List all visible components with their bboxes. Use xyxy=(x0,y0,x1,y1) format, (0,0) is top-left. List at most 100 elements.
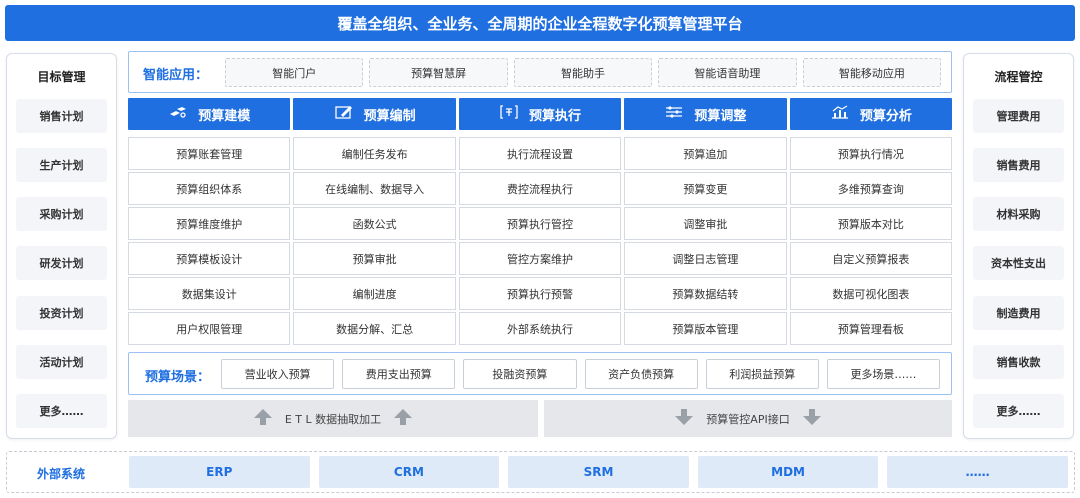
goal-management-title: 目标管理 xyxy=(37,70,86,84)
function-cell: 费控流程执行 xyxy=(458,172,622,205)
function-cell: 调整日志管理 xyxy=(624,242,787,275)
smart-app-item: 智能移动应用 xyxy=(802,58,942,87)
function-cell: 预算管理看板 xyxy=(789,312,953,345)
function-cell: 预算版本对比 xyxy=(789,207,953,240)
module-title: 预算分析 xyxy=(859,108,912,124)
module-function-grid: 预算账套管理 预算组织体系 预算维度维护 预算模板设计 数据集设计 用户权限管理… xyxy=(128,137,953,345)
function-cell: 数据分解、汇总 xyxy=(293,312,456,345)
function-cell: 数据集设计 xyxy=(128,277,291,310)
function-cell: 外部系统执行 xyxy=(458,312,622,345)
etl-bar: E T L 数据抽取加工 xyxy=(128,400,538,437)
process-control-title: 流程管控 xyxy=(994,70,1043,84)
smart-apps-label: 智能应用： xyxy=(143,68,209,83)
goal-item: 生产计划 xyxy=(16,148,107,183)
goal-item-more: 更多…… xyxy=(16,393,107,428)
scene-item-more: 更多场景…… xyxy=(826,359,941,389)
scene-item: 资产负债预算 xyxy=(584,359,698,389)
external-system-item: CRM xyxy=(318,456,500,488)
module-title: 预算编制 xyxy=(363,108,416,124)
function-cell: 预算模板设计 xyxy=(128,242,291,275)
smart-app-item: 预算智慧屏 xyxy=(369,58,508,87)
scene-item: 营业收入预算 xyxy=(221,359,335,389)
module-header-modeling: 预算建模 xyxy=(128,98,291,130)
function-cell: 预算追加 xyxy=(624,137,787,170)
external-system-item: ERP xyxy=(129,456,310,488)
external-system-item-more: …… xyxy=(887,456,1068,488)
platform-title-banner: 覆盖全组织、全业务、全周期的企业全程数字化预算管理平台 xyxy=(5,5,1075,41)
execute-icon xyxy=(499,104,519,124)
function-cell: 函数公式 xyxy=(293,207,456,240)
process-item-more: 更多…… xyxy=(973,393,1064,428)
goal-item: 活动计划 xyxy=(16,344,107,379)
etl-label: E T L 数据抽取加工 xyxy=(284,412,382,426)
function-cell: 多维预算查询 xyxy=(789,172,953,205)
function-cell: 预算组织体系 xyxy=(128,172,291,205)
function-cell: 编制进度 xyxy=(293,277,456,310)
goal-item: 投资计划 xyxy=(16,295,107,330)
process-item: 销售费用 xyxy=(973,148,1064,183)
edit-icon xyxy=(334,104,354,124)
function-cell: 预算执行管控 xyxy=(458,207,622,240)
process-item: 材料采购 xyxy=(973,197,1064,232)
external-system-item: MDM xyxy=(697,456,879,488)
function-cell: 调整审批 xyxy=(624,207,787,240)
function-cell: 在线编制、数据导入 xyxy=(293,172,456,205)
api-label: 预算管控API接口 xyxy=(706,412,790,426)
arrow-down-icon xyxy=(674,408,694,429)
smart-app-item: 智能门户 xyxy=(225,58,364,87)
function-cell: 数据可视化图表 xyxy=(789,277,953,310)
function-cell: 执行流程设置 xyxy=(458,137,622,170)
api-bar: 预算管控API接口 xyxy=(544,400,952,437)
module-title: 预算建模 xyxy=(198,108,251,124)
module-title: 预算调整 xyxy=(694,108,747,124)
modeling-icon xyxy=(168,104,188,124)
execute-column: 执行流程设置 费控流程执行 预算执行管控 管控方案维护 预算执行预警 外部系统执… xyxy=(458,137,622,345)
module-title: 预算执行 xyxy=(529,108,582,124)
function-cell: 预算账套管理 xyxy=(128,137,291,170)
scene-item: 费用支出预算 xyxy=(342,359,456,389)
function-cell: 用户权限管理 xyxy=(128,312,291,345)
arrow-up-icon xyxy=(393,408,413,429)
function-cell: 自定义预算报表 xyxy=(789,242,953,275)
smart-app-item: 智能语音助理 xyxy=(658,58,797,87)
module-header-row: 预算建模 预算编制 预算执行 预算调整 预算分析 xyxy=(128,98,953,130)
external-system-item: SRM xyxy=(508,456,689,488)
scene-item: 利润损益预算 xyxy=(705,359,819,389)
function-cell: 预算变更 xyxy=(624,172,787,205)
process-item: 管理费用 xyxy=(973,99,1064,133)
function-cell: 预算执行预警 xyxy=(458,277,622,310)
goal-item: 销售计划 xyxy=(16,99,107,133)
analysis-icon xyxy=(830,104,850,124)
module-header-adjust: 预算调整 xyxy=(624,98,787,130)
function-cell: 预算数据结转 xyxy=(624,277,787,310)
function-cell: 管控方案维护 xyxy=(458,242,622,275)
arrow-up-icon xyxy=(253,408,273,429)
function-cell: 编制任务发布 xyxy=(293,137,456,170)
function-cell: 预算维度维护 xyxy=(128,207,291,240)
external-systems-label: 外部系统 xyxy=(37,467,86,481)
scene-item: 投融资预算 xyxy=(463,359,577,389)
arrow-down-icon xyxy=(802,408,822,429)
module-header-analysis: 预算分析 xyxy=(789,98,953,130)
process-item: 销售收款 xyxy=(973,344,1064,379)
adjust-icon xyxy=(664,104,684,124)
module-header-execute: 预算执行 xyxy=(458,98,622,130)
smart-app-item: 智能助手 xyxy=(513,58,653,87)
process-item: 制造费用 xyxy=(973,295,1064,330)
budget-scenes-row: 预算场景： 营业收入预算 费用支出预算 投融资预算 资产负债预算 利润损益预算 … xyxy=(128,352,952,395)
function-cell: 预算版本管理 xyxy=(624,312,787,345)
function-cell: 预算审批 xyxy=(293,242,456,275)
smart-apps-row: 智能应用： 智能门户 预算智慧屏 智能助手 智能语音助理 智能移动应用 xyxy=(128,51,952,93)
modeling-column: 预算账套管理 预算组织体系 预算维度维护 预算模板设计 数据集设计 用户权限管理 xyxy=(128,137,291,345)
adjust-column: 预算追加 预算变更 调整审批 调整日志管理 预算数据结转 预算版本管理 xyxy=(624,137,787,345)
goal-management-panel: 目标管理 销售计划 生产计划 采购计划 研发计划 投资计划 活动计划 更多…… xyxy=(6,53,117,439)
process-control-panel: 流程管控 管理费用 销售费用 材料采购 资本性支出 制造费用 销售收款 更多…… xyxy=(963,53,1074,439)
compile-column: 编制任务发布 在线编制、数据导入 函数公式 预算审批 编制进度 数据分解、汇总 xyxy=(293,137,456,345)
function-cell: 预算执行情况 xyxy=(789,137,953,170)
budget-scenes-label: 预算场景： xyxy=(145,370,211,385)
module-header-compile: 预算编制 xyxy=(293,98,456,130)
analysis-column: 预算执行情况 多维预算查询 预算版本对比 自定义预算报表 数据可视化图表 预算管… xyxy=(789,137,953,345)
external-systems-row: 外部系统 ERP CRM SRM MDM …… xyxy=(6,451,1075,493)
process-item: 资本性支出 xyxy=(973,246,1064,281)
goal-item: 研发计划 xyxy=(16,246,107,281)
